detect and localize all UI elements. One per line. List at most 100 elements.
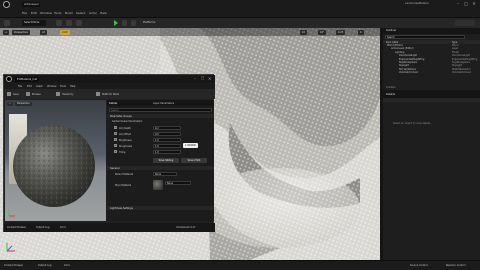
angle-snap-value[interactable]: 10° bbox=[318, 29, 327, 35]
layer-parameters-tab[interactable]: Layer Parameters bbox=[153, 102, 174, 105]
parameter-groups-header[interactable]: Parameter Groups bbox=[107, 114, 214, 118]
menu-help[interactable]: Help bbox=[100, 11, 107, 15]
param-value-input[interactable]: 1.0 bbox=[153, 149, 181, 154]
minimize-icon[interactable]: – bbox=[194, 76, 196, 80]
details-panel: Details Select an object to view details… bbox=[383, 92, 480, 260]
menu-actor[interactable]: Actor bbox=[89, 11, 97, 15]
viewport-menu-button[interactable]: ≡ bbox=[3, 29, 9, 35]
add-content-button[interactable] bbox=[56, 20, 62, 26]
play-icon[interactable] bbox=[114, 20, 119, 26]
param-row: Tiling 1.0 bbox=[107, 149, 214, 155]
material-instance-tab[interactable]: ExtMaterial_Inst bbox=[15, 76, 40, 82]
param-checkbox[interactable] bbox=[114, 144, 117, 147]
play-options-button[interactable] bbox=[122, 20, 127, 26]
material-preview-viewport[interactable]: ≡ Perspective bbox=[5, 100, 106, 221]
menu-edit[interactable]: Edit bbox=[31, 11, 37, 15]
param-checkbox[interactable] bbox=[114, 132, 117, 135]
me-menu-tools[interactable]: Tools bbox=[60, 85, 66, 88]
close-icon[interactable]: × bbox=[208, 76, 211, 81]
browse-button[interactable]: Browse bbox=[32, 93, 41, 96]
param-value-input[interactable]: 1.0 bbox=[153, 143, 181, 148]
platform-icon bbox=[96, 92, 100, 96]
phys-material-label: Phys Material bbox=[115, 184, 132, 187]
launch-button[interactable] bbox=[131, 20, 136, 26]
me-content-drawer-button[interactable]: Content Drawer bbox=[7, 226, 26, 229]
outliner-search-input[interactable]: Search bbox=[385, 35, 465, 39]
lightmass-section-label: Lightmass Settings bbox=[110, 206, 133, 210]
param-value-input[interactable]: 0.0 bbox=[153, 131, 181, 136]
me-menu-asset[interactable]: Asset bbox=[36, 85, 43, 88]
general-section-header[interactable]: General bbox=[107, 166, 214, 170]
details-empty-text: Select an object to view details. bbox=[393, 122, 432, 125]
save-child-button[interactable]: Save Child bbox=[181, 158, 207, 163]
parameter-groups-label: Parameter Groups bbox=[110, 114, 132, 118]
global-scalar-label: Global Scalar Parameters bbox=[112, 119, 143, 123]
preview-menu-button[interactable]: ≡ bbox=[7, 102, 13, 106]
level-tab[interactable]: ActionLevel bbox=[22, 1, 41, 7]
material-editor-titlebar: ExtMaterial_Inst – □ × bbox=[4, 75, 215, 83]
settings-button[interactable] bbox=[455, 20, 475, 26]
blueprint-button[interactable] bbox=[66, 20, 72, 26]
details-tab[interactable]: Details bbox=[109, 102, 117, 105]
content-drawer-button[interactable]: Content Drawer bbox=[4, 264, 23, 267]
me-menu-window[interactable]: Window bbox=[47, 85, 56, 88]
menu-bar: File Edit Window Tools Build Select Acto… bbox=[0, 8, 480, 18]
save-sibling-button[interactable]: Save Sibling bbox=[153, 158, 179, 163]
param-name: Roughness bbox=[119, 144, 133, 148]
show-button[interactable]: Unlit bbox=[60, 29, 70, 35]
select-mode-dropdown[interactable]: Select Mode bbox=[22, 20, 46, 26]
param-checkbox[interactable] bbox=[114, 150, 117, 153]
me-menu-edit[interactable]: Edit bbox=[27, 85, 32, 88]
platform-stats-button[interactable]: Platform Stats bbox=[102, 93, 119, 96]
lightmass-section-header[interactable]: Lightmass Settings bbox=[107, 206, 214, 210]
menu-select[interactable]: Select bbox=[76, 11, 85, 15]
source-control-button[interactable]: Source Control bbox=[410, 264, 428, 267]
me-status-text: Unresolved 4.17 bbox=[176, 226, 196, 229]
me-output-log-button[interactable]: Output Log bbox=[36, 226, 49, 229]
hierarchy-button[interactable]: Hierarchy bbox=[62, 93, 74, 96]
param-value-input[interactable]: 1.0 bbox=[153, 137, 181, 142]
lit-button[interactable]: Lit bbox=[40, 29, 47, 35]
minimize-icon[interactable]: – bbox=[455, 1, 461, 6]
me-menu-help[interactable]: Help bbox=[70, 85, 75, 88]
output-log-button[interactable]: Output Log bbox=[38, 264, 51, 267]
phys-material-dropdown[interactable]: None bbox=[165, 181, 191, 185]
param-checkbox[interactable] bbox=[114, 138, 117, 141]
general-section-label: General bbox=[110, 166, 120, 170]
global-scalar-group[interactable]: Global Scalar Parameters bbox=[107, 119, 214, 123]
maximize-icon[interactable]: □ bbox=[463, 1, 469, 6]
preview-perspective-button[interactable]: Perspective bbox=[15, 102, 32, 106]
menu-tools[interactable]: Tools bbox=[54, 11, 61, 15]
save-icon[interactable] bbox=[4, 20, 10, 26]
menu-build[interactable]: Build bbox=[65, 11, 73, 15]
material-editor-window[interactable]: ExtMaterial_Inst – □ × File Edit Asset W… bbox=[3, 74, 215, 232]
scale-snap-value[interactable]: 0.25 bbox=[336, 29, 346, 35]
outliner-panel: Outliner Search Item Label Type World (E… bbox=[383, 28, 480, 90]
details-tabs: Details Layer Parameters bbox=[107, 100, 214, 106]
details-tabbar bbox=[383, 98, 480, 102]
value-tooltip: 1.000000 bbox=[183, 143, 198, 148]
me-menu-file[interactable]: File bbox=[18, 85, 22, 88]
save-button[interactable]: Save bbox=[13, 93, 19, 96]
close-icon[interactable]: × bbox=[471, 1, 477, 6]
outliner-row[interactable]: VolumetricCloud VolumetricCloud bbox=[383, 71, 480, 74]
phys-material-thumbnail bbox=[153, 180, 163, 190]
material-editor-statusbar: Content Drawer Output Log Cmd Unresolved… bbox=[4, 223, 215, 232]
platforms-dropdown[interactable]: Platforms bbox=[143, 20, 171, 26]
me-cmd-input[interactable]: Cmd bbox=[60, 226, 66, 229]
maximize-icon[interactable]: □ bbox=[201, 76, 204, 80]
grid-snap-value[interactable]: 10 bbox=[300, 29, 308, 35]
outliner-list: World (Editor) World ActionLevel (Editor)… bbox=[383, 44, 480, 75]
param-value-input[interactable]: 0.2 bbox=[153, 125, 181, 130]
camera-speed-value[interactable]: 4 bbox=[358, 29, 364, 35]
cinematics-button[interactable] bbox=[76, 20, 82, 26]
cmd-input[interactable]: Cmd bbox=[64, 264, 70, 267]
revision-control-button[interactable]: Revision Control bbox=[446, 264, 465, 267]
menu-window[interactable]: Window bbox=[40, 11, 52, 15]
menu-file[interactable]: File bbox=[22, 11, 27, 15]
material-editor-toolbar: Save Browse Hierarchy Platform Stats bbox=[4, 89, 215, 99]
parent-material-dropdown[interactable]: None bbox=[153, 172, 177, 176]
perspective-button[interactable]: Perspective bbox=[12, 29, 30, 35]
param-checkbox[interactable] bbox=[114, 126, 117, 129]
details-search-input[interactable]: Search bbox=[109, 108, 212, 112]
